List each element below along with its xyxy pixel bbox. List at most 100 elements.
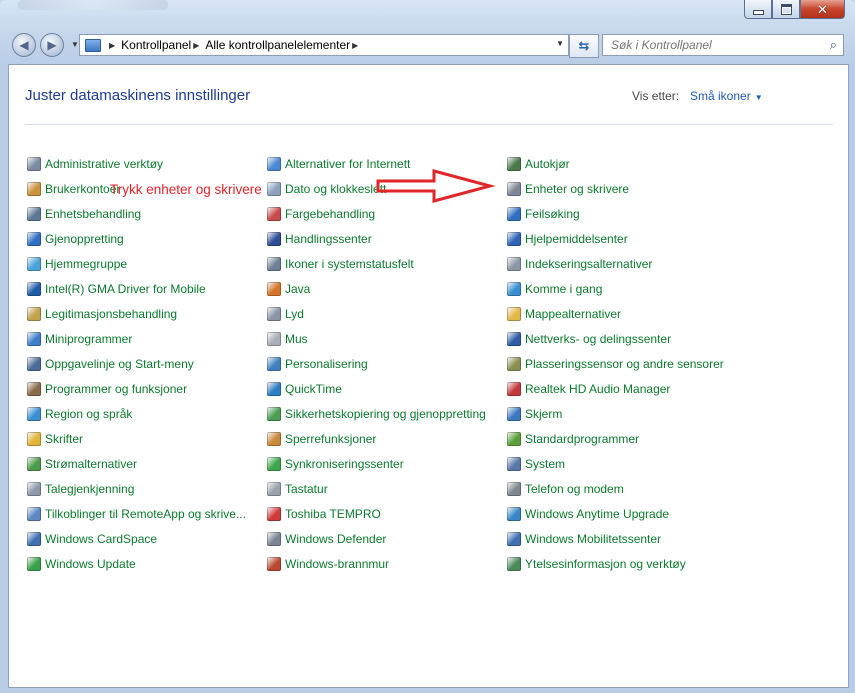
back-button[interactable]: ◀ [12,33,36,57]
control-panel-item-label[interactable]: Region og språk [45,407,132,421]
control-panel-item[interactable]: Lyd [267,301,486,326]
control-panel-item-label[interactable]: Skrifter [45,432,83,446]
control-panel-item-label[interactable]: Telefon og modem [525,482,624,496]
control-panel-item-label[interactable]: Mappealternativer [525,307,621,321]
control-panel-item-label[interactable]: Sikkerhetskopiering og gjenoppretting [285,407,486,421]
control-panel-item[interactable]: Windows Update [27,551,246,576]
breadcrumb-separator-icon[interactable]: ▶ [193,41,199,50]
control-panel-item-label[interactable]: Nettverks- og delingssenter [525,332,671,346]
control-panel-item[interactable]: Windows Mobilitetssenter [507,526,724,551]
control-panel-item-label[interactable]: System [525,457,565,471]
control-panel-item[interactable]: Region og språk [27,401,246,426]
control-panel-item[interactable]: Enhetsbehandling [27,201,246,226]
control-panel-item[interactable]: Windows Anytime Upgrade [507,501,724,526]
breadcrumb-all-items[interactable]: Alle kontrollpanelelementer [205,38,350,52]
control-panel-item[interactable]: Administrative verktøy [27,151,246,176]
control-panel-item[interactable]: Gjenoppretting [27,226,246,251]
control-panel-item-label[interactable]: Tilkoblinger til RemoteApp og skrive... [45,507,246,521]
control-panel-item-label[interactable]: Legitimasjonsbehandling [45,307,177,321]
control-panel-item-label[interactable]: Windows Update [45,557,136,571]
forward-button[interactable]: ▶ [40,33,64,57]
control-panel-item-label[interactable]: Autokjør [525,157,570,171]
control-panel-item[interactable]: QuickTime [267,376,486,401]
control-panel-item-label[interactable]: QuickTime [285,382,342,396]
close-button[interactable]: ✕ [800,0,845,19]
control-panel-item[interactable]: Mus [267,326,486,351]
control-panel-item-label[interactable]: Synkroniseringssenter [285,457,404,471]
control-panel-item-label[interactable]: Dato og klokkeslett [285,182,386,196]
control-panel-item-label[interactable]: Gjenoppretting [45,232,124,246]
control-panel-item-label[interactable]: Komme i gang [525,282,602,296]
view-by-dropdown[interactable]: Små ikoner ▼ [690,89,763,103]
control-panel-item[interactable]: Miniprogrammer [27,326,246,351]
maximize-button[interactable] [772,0,800,19]
control-panel-item[interactable]: Indekseringsalternativer [507,251,724,276]
control-panel-item-label[interactable]: Mus [285,332,308,346]
control-panel-item[interactable]: Ikoner i systemstatusfelt [267,251,486,276]
control-panel-item[interactable]: Toshiba TEMPRO [267,501,486,526]
control-panel-item-label[interactable]: Enheter og skrivere [525,182,629,196]
control-panel-item-label[interactable]: Strømalternativer [45,457,137,471]
control-panel-item-label[interactable]: Realtek HD Audio Manager [525,382,670,396]
control-panel-item-label[interactable]: Handlingssenter [285,232,372,246]
search-input[interactable] [609,37,823,53]
control-panel-item[interactable]: Programmer og funksjoner [27,376,246,401]
control-panel-item[interactable]: Talegjenkjenning [27,476,246,501]
control-panel-item-label[interactable]: Sperrefunksjoner [285,432,376,446]
control-panel-item[interactable]: Hjelpemiddelsenter [507,226,724,251]
control-panel-item[interactable]: Standardprogrammer [507,426,724,451]
control-panel-item-label[interactable]: Feilsøking [525,207,580,221]
search-box[interactable]: ⌕ [602,34,844,56]
control-panel-item[interactable]: Plasseringssensor og andre sensorer [507,351,724,376]
control-panel-item[interactable]: Personalisering [267,351,486,376]
search-icon[interactable]: ⌕ [830,37,837,53]
control-panel-item[interactable]: Hjemmegruppe [27,251,246,276]
address-dropdown-icon[interactable]: ▼ [556,39,564,48]
control-panel-item[interactable]: Enheter og skrivere [507,176,724,201]
control-panel-item[interactable]: System [507,451,724,476]
control-panel-item[interactable]: Ytelsesinformasjon og verktøy [507,551,724,576]
control-panel-item-label[interactable]: Ytelsesinformasjon og verktøy [525,557,686,571]
control-panel-item-label[interactable]: Ikoner i systemstatusfelt [285,257,414,271]
control-panel-item[interactable]: Windows Defender [267,526,486,551]
control-panel-item[interactable]: Strømalternativer [27,451,246,476]
control-panel-item-label[interactable]: Hjelpemiddelsenter [525,232,628,246]
control-panel-item-label[interactable]: Windows Defender [285,532,386,546]
control-panel-item-label[interactable]: Windows Mobilitetssenter [525,532,661,546]
control-panel-item[interactable]: Intel(R) GMA Driver for Mobile [27,276,246,301]
control-panel-item[interactable]: Handlingssenter [267,226,486,251]
control-panel-item[interactable]: Skjerm [507,401,724,426]
control-panel-item[interactable]: Mappealternativer [507,301,724,326]
control-panel-item[interactable]: Skrifter [27,426,246,451]
refresh-button[interactable]: ⇆ [569,34,599,58]
control-panel-item-label[interactable]: Miniprogrammer [45,332,132,346]
breadcrumb-separator-icon[interactable]: ▶ [352,41,358,50]
control-panel-item-label[interactable]: Standardprogrammer [525,432,639,446]
breadcrumb-control-panel[interactable]: Kontrollpanel [121,38,191,52]
control-panel-item-label[interactable]: Enhetsbehandling [45,207,141,221]
control-panel-item-label[interactable]: Toshiba TEMPRO [285,507,381,521]
control-panel-item[interactable]: Java [267,276,486,301]
control-panel-item-label[interactable]: Plasseringssensor og andre sensorer [525,357,724,371]
control-panel-item[interactable]: Feilsøking [507,201,724,226]
control-panel-item-label[interactable]: Windows-brannmur [285,557,389,571]
control-panel-item-label[interactable]: Fargebehandling [285,207,375,221]
control-panel-item[interactable]: Tilkoblinger til RemoteApp og skrive... [27,501,246,526]
address-bar[interactable]: ▶ Kontrollpanel ▶ Alle kontrollpanelelem… [79,34,569,56]
control-panel-item[interactable]: Tastatur [267,476,486,501]
control-panel-item[interactable]: Sikkerhetskopiering og gjenoppretting [267,401,486,426]
control-panel-item-label[interactable]: Oppgavelinje og Start-meny [45,357,194,371]
control-panel-item-label[interactable]: Personalisering [285,357,368,371]
control-panel-item-label[interactable]: Administrative verktøy [45,157,163,171]
control-panel-item-label[interactable]: Lyd [285,307,304,321]
control-panel-item-label[interactable]: Intel(R) GMA Driver for Mobile [45,282,206,296]
recent-pages-dropdown[interactable]: ▼ [71,40,79,49]
control-panel-item-label[interactable]: Windows Anytime Upgrade [525,507,669,521]
control-panel-item-label[interactable]: Hjemmegruppe [45,257,127,271]
control-panel-item-label[interactable]: Tastatur [285,482,328,496]
control-panel-item-label[interactable]: Programmer og funksjoner [45,382,187,396]
control-panel-item-label[interactable]: Skjerm [525,407,562,421]
control-panel-item[interactable]: Realtek HD Audio Manager [507,376,724,401]
control-panel-item-label[interactable]: Windows CardSpace [45,532,157,546]
control-panel-item-label[interactable]: Talegjenkjenning [45,482,134,496]
